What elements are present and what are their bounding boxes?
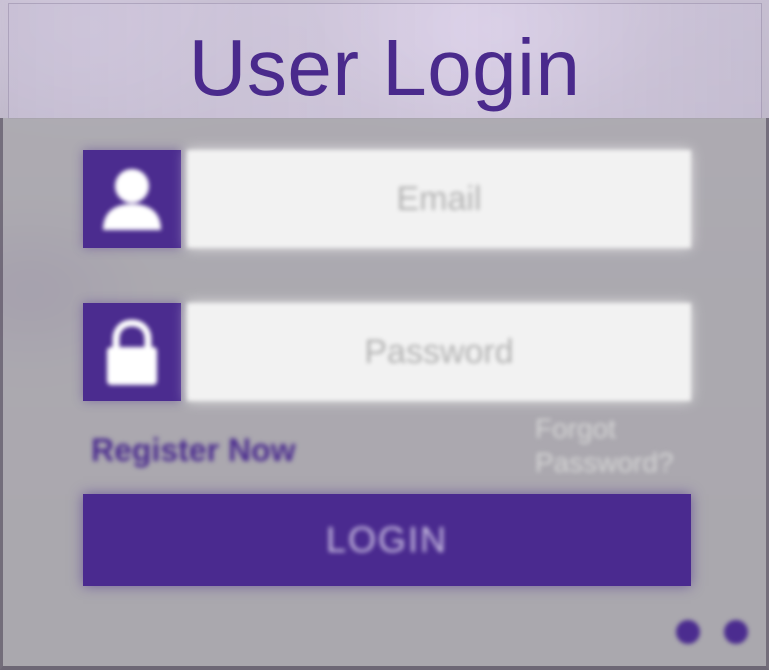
email-row xyxy=(83,150,691,248)
login-button-label: LOGIN xyxy=(325,519,449,560)
pager-dots xyxy=(652,620,748,646)
login-button[interactable]: LOGIN xyxy=(83,494,691,586)
links-row: Register Now Forgot Password? xyxy=(83,406,691,486)
pager-dot[interactable] xyxy=(724,620,748,644)
user-icon xyxy=(83,150,181,248)
password-input[interactable] xyxy=(187,303,691,401)
password-row xyxy=(83,303,691,401)
login-screen: User Login Register Now Forgot Pas xyxy=(0,0,769,670)
pager-dot[interactable] xyxy=(676,620,700,644)
login-panel: Register Now Forgot Password? LOGIN xyxy=(0,118,769,670)
register-link[interactable]: Register Now xyxy=(91,432,295,469)
email-input[interactable] xyxy=(187,150,691,248)
forgot-password-link[interactable]: Forgot Password? xyxy=(535,412,695,480)
lock-icon xyxy=(83,303,181,401)
page-title: User Login xyxy=(188,23,581,112)
